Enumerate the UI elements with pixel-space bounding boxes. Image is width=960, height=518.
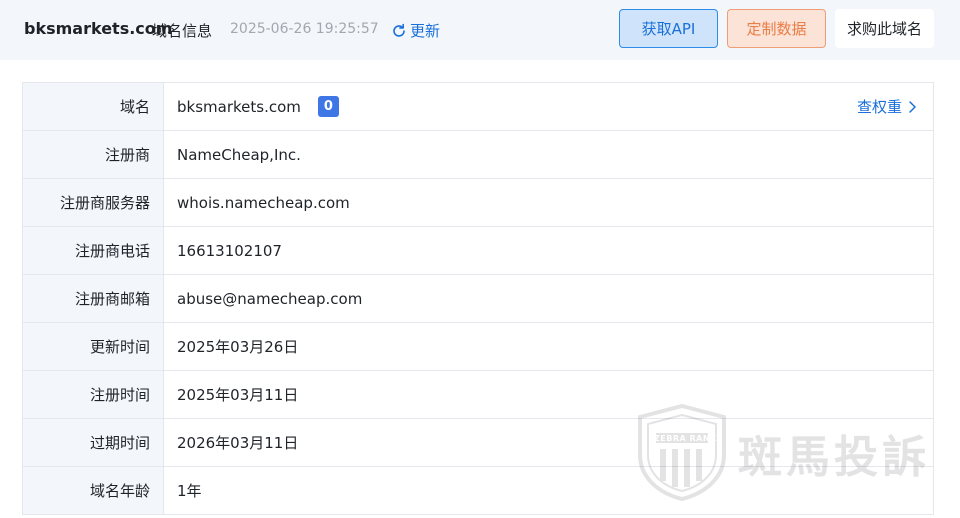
row-value: whois.namecheap.com [177,193,350,212]
row-value: 2026年03月11日 [177,434,299,452]
table-row-expires: 过期时间 2026年03月11日 [22,419,934,467]
table-row-updated: 更新时间 2025年03月26日 [22,323,934,371]
row-value: bksmarkets.com 0 [164,83,933,130]
check-weight-link[interactable]: 查权重 [857,83,917,130]
row-value: 16613102107 [177,241,282,260]
table-row-registrar-email: 注册商邮箱 abuse@namecheap.com [22,275,934,323]
chevron-right-icon [909,100,916,113]
table-row-registrar-phone: 注册商电话 16613102107 [22,227,934,275]
check-weight-label: 查权重 [856,98,902,116]
count-badge: 0 [317,96,339,117]
row-label: 注册商 [23,131,164,178]
refresh-label: 更新 [410,22,441,40]
row-label: 域名 [23,83,164,130]
table-row-registrar: 注册商 NameCheap,Inc. [22,131,934,179]
row-value: NameCheap,Inc. [177,145,301,164]
domain-info-label: 域名信息 [152,22,213,40]
row-value: abuse@namecheap.com [177,289,363,308]
table-row-domain: 域名 bksmarkets.com 0 查权重 [22,83,934,131]
table-row-registered: 注册时间 2025年03月11日 [22,371,934,419]
row-value: 2025年03月11日 [177,386,299,404]
buy-domain-button[interactable]: 求购此域名 [835,9,934,48]
domain-title: bksmarkets.com [24,19,173,38]
table-row-registrar-server: 注册商服务器 whois.namecheap.com [22,179,934,227]
refresh-button[interactable]: 更新 [391,20,440,41]
row-label: 过期时间 [23,419,164,466]
row-value: 1年 [177,482,202,500]
update-timestamp: 2025-06-26 19:25:57 [230,21,379,37]
custom-data-button[interactable]: 定制数据 [727,9,826,48]
row-label: 注册商电话 [23,227,164,274]
get-api-button[interactable]: 获取API [619,9,718,48]
row-label: 注册商邮箱 [23,275,164,322]
row-label: 注册商服务器 [23,179,164,226]
header-bar: bksmarkets.com 域名信息 2025-06-26 19:25:57 … [0,0,960,60]
row-label: 域名年龄 [23,467,164,514]
refresh-icon [393,23,405,37]
row-label: 更新时间 [23,323,164,370]
whois-info-table: 域名 bksmarkets.com 0 查权重 注册商 NameCheap,In… [22,82,934,515]
domain-value: bksmarkets.com [177,97,301,116]
table-row-age: 域名年龄 1年 [22,467,934,515]
row-value: 2025年03月26日 [177,338,299,356]
row-label: 注册时间 [23,371,164,418]
